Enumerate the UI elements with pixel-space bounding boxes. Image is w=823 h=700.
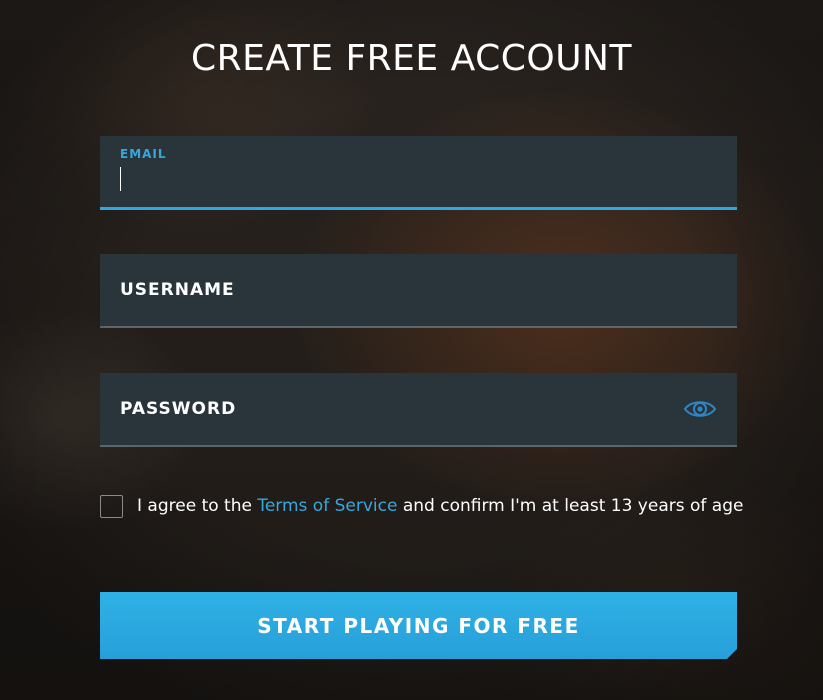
username-label: USERNAME: [120, 280, 235, 300]
terms-prefix: I agree to the: [137, 496, 258, 516]
terms-suffix: and confirm I'm at least 13 years of age: [397, 496, 744, 516]
email-label: EMAIL: [120, 147, 167, 161]
text-caret: [120, 167, 121, 191]
email-input[interactable]: [120, 166, 717, 192]
start-playing-button[interactable]: START PLAYING FOR FREE: [100, 592, 737, 659]
terms-checkbox[interactable]: [100, 494, 123, 518]
username-field[interactable]: USERNAME: [100, 254, 737, 328]
page-title: CREATE FREE ACCOUNT: [191, 38, 632, 79]
password-field[interactable]: PASSWORD: [100, 373, 737, 447]
terms-agreement: I agree to the Terms of Service and conf…: [100, 493, 743, 519]
terms-text: I agree to the Terms of Service and conf…: [137, 496, 743, 516]
show-password-eye-icon[interactable]: [683, 397, 717, 421]
terms-of-service-link[interactable]: Terms of Service: [257, 496, 397, 516]
password-label: PASSWORD: [120, 399, 237, 419]
email-field[interactable]: EMAIL: [100, 136, 737, 210]
